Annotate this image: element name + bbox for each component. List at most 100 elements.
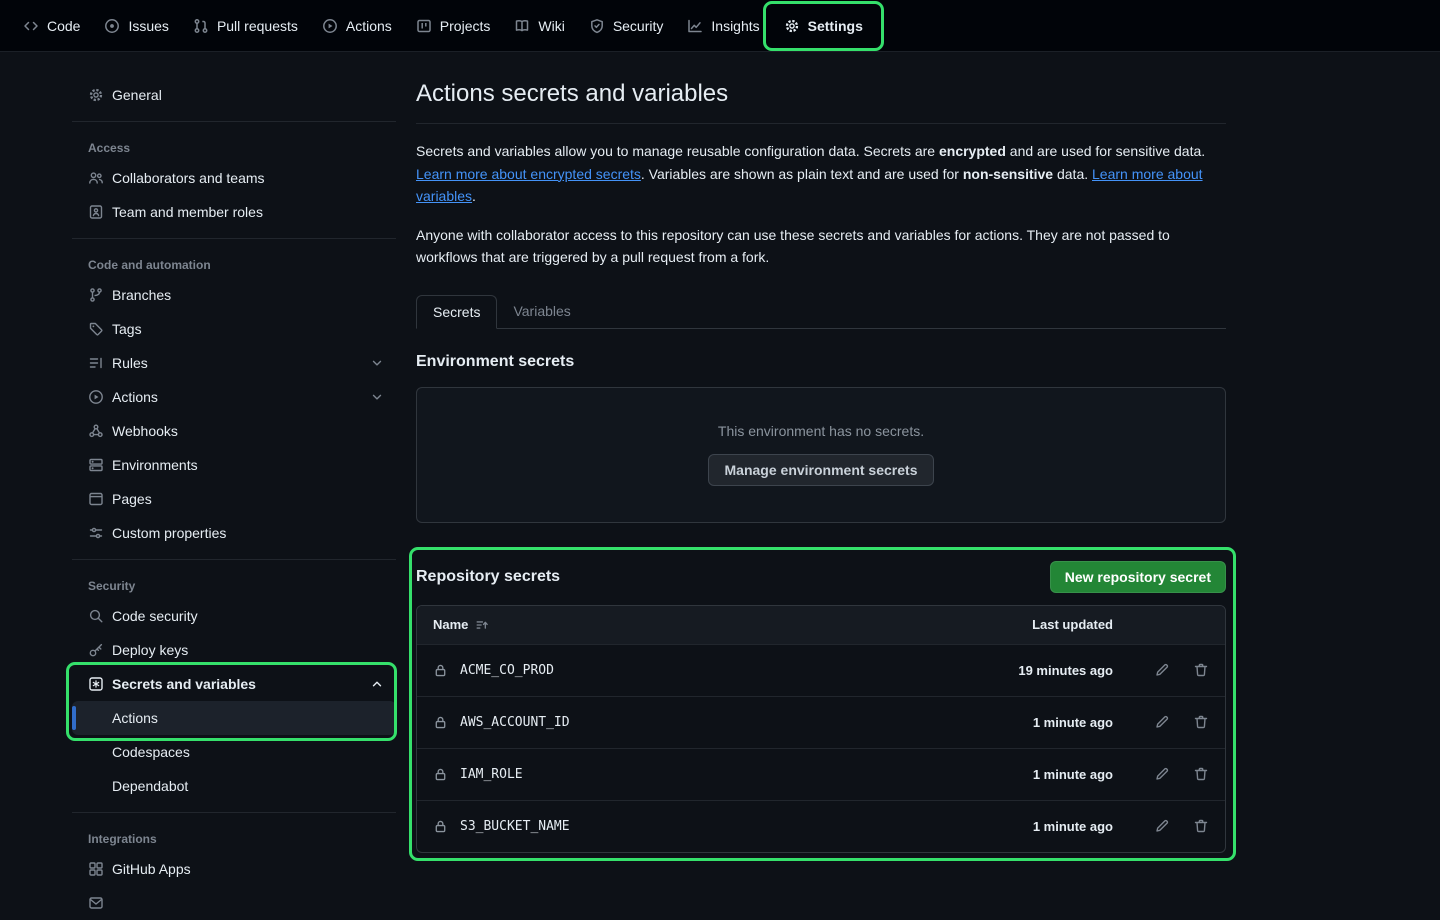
intro-text: Secrets and variables allow you to manag…: [416, 143, 939, 159]
divider: [72, 238, 396, 239]
tab-issues[interactable]: Issues: [95, 11, 177, 41]
tag-icon: [88, 321, 104, 337]
secret-name: ACME_CO_PROD: [460, 663, 554, 678]
row-actions: [1113, 662, 1209, 678]
sidebar-item-label: Secrets and variables: [112, 676, 256, 692]
tab-label: Wiki: [538, 18, 564, 34]
pull-request-icon: [193, 18, 209, 34]
book-icon: [514, 18, 530, 34]
edit-secret-button[interactable]: [1154, 662, 1170, 678]
sidebar-item-general[interactable]: General: [72, 78, 396, 112]
tab-wiki[interactable]: Wiki: [505, 11, 573, 41]
link-encrypted-secrets[interactable]: Learn more about encrypted secrets: [416, 166, 641, 182]
row-actions: [1113, 766, 1209, 782]
sidebar-subitem-actions[interactable]: Actions: [72, 701, 396, 735]
sidebar-item-label: Actions: [112, 389, 158, 405]
intro-text: . Variables are shown as plain text and …: [641, 166, 963, 182]
intro-text: data.: [1053, 166, 1092, 182]
apps-grid-icon: [88, 861, 104, 877]
delete-secret-button[interactable]: [1193, 766, 1209, 782]
repository-secrets-heading: Repository secrets: [416, 568, 560, 586]
delete-secret-button[interactable]: [1193, 818, 1209, 834]
lock-icon: [433, 819, 448, 834]
sidebar-item-label: Pages: [112, 491, 152, 507]
table-row: S3_BUCKET_NAME 1 minute ago: [417, 800, 1225, 852]
table-row: IAM_ROLE 1 minute ago: [417, 748, 1225, 800]
browser-icon: [88, 491, 104, 507]
secrets-and-variables-group: Secrets and variables Actions: [72, 667, 396, 735]
tab-label: Insights: [711, 18, 759, 34]
column-header-name[interactable]: Name: [433, 617, 963, 632]
sidebar-item-label: Team and member roles: [112, 204, 263, 220]
manage-environment-secrets-button[interactable]: Manage environment secrets: [708, 454, 935, 486]
webhook-icon: [88, 423, 104, 439]
delete-secret-button[interactable]: [1193, 662, 1209, 678]
sidebar-item-label: Code security: [112, 608, 198, 624]
people-icon: [88, 170, 104, 186]
intro-paragraph: Secrets and variables allow you to manag…: [416, 140, 1226, 208]
tab-secrets[interactable]: Secrets: [416, 295, 497, 329]
pencil-icon: [1154, 818, 1170, 834]
tab-projects[interactable]: Projects: [407, 11, 500, 41]
sidebar-item-deploy-keys[interactable]: Deploy keys: [72, 633, 396, 667]
rules-icon: [88, 355, 104, 371]
table-header-row: Name Last updated: [417, 606, 1225, 644]
graph-icon: [687, 18, 703, 34]
edit-secret-button[interactable]: [1154, 818, 1170, 834]
sidebar-item-actions[interactable]: Actions: [72, 380, 396, 414]
tab-pull-requests[interactable]: Pull requests: [184, 11, 307, 41]
delete-secret-button[interactable]: [1193, 714, 1209, 730]
sidebar-item-branches[interactable]: Branches: [72, 278, 396, 312]
sidebar-item-rules[interactable]: Rules: [72, 346, 396, 380]
trash-icon: [1193, 766, 1209, 782]
sidebar-item-partial[interactable]: [72, 886, 396, 920]
intro-bold-non-sensitive: non-sensitive: [963, 166, 1053, 182]
new-repository-secret-button[interactable]: New repository secret: [1050, 561, 1226, 593]
trash-icon: [1193, 818, 1209, 834]
secret-name-cell: AWS_ACCOUNT_ID: [433, 715, 963, 730]
repository-secrets-table: Name Last updated ACME_CO_PROD 19 minute…: [416, 605, 1226, 853]
sidebar-item-label: Rules: [112, 355, 148, 371]
row-actions: [1113, 714, 1209, 730]
tab-settings[interactable]: Settings: [775, 11, 872, 41]
id-badge-icon: [88, 204, 104, 220]
tab-insights[interactable]: Insights: [678, 11, 768, 41]
repository-secrets-section: Repository secrets New repository secret…: [416, 561, 1226, 853]
sidebar-item-code-security[interactable]: Code security: [72, 599, 396, 633]
tab-code[interactable]: Code: [14, 11, 89, 41]
sidebar-item-tags[interactable]: Tags: [72, 312, 396, 346]
tab-variables[interactable]: Variables: [497, 295, 586, 329]
tab-security[interactable]: Security: [580, 11, 673, 41]
sidebar-item-pages[interactable]: Pages: [72, 482, 396, 516]
intro-text: .: [472, 188, 476, 204]
column-label: Name: [433, 617, 468, 632]
code-icon: [23, 18, 39, 34]
sidebar-item-label: Deploy keys: [112, 642, 188, 658]
trash-icon: [1193, 714, 1209, 730]
env-empty-text: This environment has no secrets.: [718, 423, 924, 439]
repository-secrets-header: Repository secrets New repository secret: [416, 561, 1226, 593]
tab-label: Actions: [346, 18, 392, 34]
issue-icon: [104, 18, 120, 34]
environment-secrets-heading: Environment secrets: [416, 353, 1226, 371]
lock-icon: [433, 767, 448, 782]
sidebar-subitem-dependabot[interactable]: Dependabot: [72, 769, 396, 803]
tab-actions[interactable]: Actions: [313, 11, 401, 41]
sidebar-subitem-label: Codespaces: [112, 744, 190, 760]
sidebar-item-webhooks[interactable]: Webhooks: [72, 414, 396, 448]
intro-bold-encrypted: encrypted: [939, 143, 1006, 159]
sidebar-item-secrets-and-variables[interactable]: Secrets and variables: [72, 667, 396, 701]
sidebar-item-team-roles[interactable]: Team and member roles: [72, 195, 396, 229]
sidebar-item-custom-properties[interactable]: Custom properties: [72, 516, 396, 550]
sidebar-item-collaborators[interactable]: Collaborators and teams: [72, 161, 396, 195]
section-title-security: Security: [72, 569, 396, 599]
column-header-last-updated: Last updated: [963, 617, 1113, 632]
edit-secret-button[interactable]: [1154, 766, 1170, 782]
divider: [72, 812, 396, 813]
chevron-up-icon: [370, 677, 384, 691]
sidebar-item-github-apps[interactable]: GitHub Apps: [72, 852, 396, 886]
edit-secret-button[interactable]: [1154, 714, 1170, 730]
sidebar-subitem-codespaces[interactable]: Codespaces: [72, 735, 396, 769]
chevron-down-icon: [370, 390, 384, 404]
sidebar-item-environments[interactable]: Environments: [72, 448, 396, 482]
